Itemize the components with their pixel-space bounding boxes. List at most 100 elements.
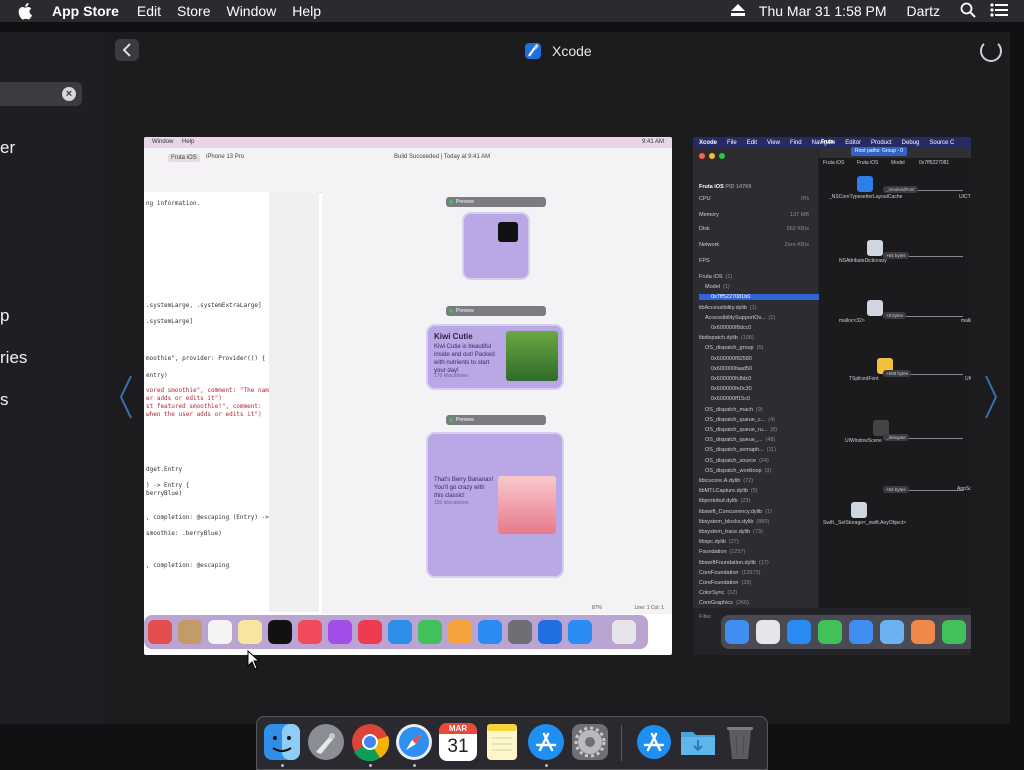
tree-row[interactable]: OS_dispatch_group (5) [699, 345, 823, 351]
tree-row[interactable]: CoreFoundation (28) [699, 580, 817, 586]
loading-spinner-icon [980, 40, 1002, 62]
sidebar-item-fragment[interactable]: p [0, 306, 9, 326]
tree-row[interactable]: Model (1) [699, 284, 823, 290]
code-line: smoothie: .berryBlue) [146, 530, 222, 537]
menu-clock[interactable]: Thu Mar 31 1:58 PM [759, 3, 887, 19]
screenshot-code-editor: ng information. .systemLarge, .systemExt… [144, 192, 272, 612]
sidebar-item-fragment[interactable]: s [0, 390, 9, 410]
search-field[interactable]: × [0, 82, 82, 106]
tree-row[interactable]: 0x600000fe0c30 [699, 386, 829, 392]
calendar-icon[interactable]: MAR 31 [439, 723, 477, 761]
tree-row[interactable]: 0x600000faad50 [699, 366, 829, 372]
graph-node-icon[interactable] [867, 240, 883, 256]
tree-row[interactable]: 0x600000fc8dc0 [699, 376, 829, 382]
tree-row[interactable]: 0x600000ff15c0 [699, 396, 829, 402]
tree-row[interactable]: libAccessibility.dylib (1) [699, 305, 817, 311]
tree-row[interactable]: ColorSync (12) [699, 590, 817, 596]
widget-description: That's Berry Bananas! You'll go crazy wi… [434, 477, 494, 499]
tree-row-label: libswiftFoundation.dylib [699, 559, 756, 566]
downloads-folder-icon[interactable] [679, 723, 717, 761]
tree-row[interactable]: OS_dispatch_semaph... (11) [699, 447, 823, 453]
tree-row-count: (260) [735, 600, 749, 607]
screenshot-dock [721, 615, 971, 649]
gauge-name: Disk [699, 226, 710, 232]
tree-row[interactable]: libsystem_trace.dylib (73) [699, 529, 817, 535]
sidebar-item-fragment[interactable]: ries [0, 348, 27, 368]
tree-row[interactable]: OS_dispatch_source (24) [699, 458, 823, 464]
menu-user[interactable]: Dartz [907, 3, 940, 19]
finder-icon[interactable] [263, 723, 301, 761]
tree-row-count: (73) [753, 529, 763, 535]
tree-row[interactable]: libdispatch.dylib (108) [699, 335, 817, 341]
gauge-value: 0% [801, 196, 809, 202]
code-line: .systemLarge, .systemExtraLarge] [146, 302, 262, 309]
launchpad-icon[interactable] [307, 723, 345, 761]
safari-icon[interactable] [395, 723, 433, 761]
menu-window[interactable]: Window [226, 3, 276, 19]
medium-widget: Kiwi Cutie Kiwi Cutie is beautiful insid… [426, 324, 564, 390]
tree-row-count: (24) [759, 457, 769, 464]
chrome-icon[interactable] [351, 723, 389, 761]
menu-app-name[interactable]: App Store [52, 3, 119, 19]
tree-row-count: (1257) [729, 549, 746, 556]
tree-row-label: AccessibilitySupportOv... [705, 314, 766, 321]
clear-search-icon[interactable]: × [62, 87, 76, 101]
tree-row[interactable]: libprotobuf.dylib (23) [699, 498, 817, 504]
tree-row[interactable]: libswiftFoundation.dylib (17) [699, 560, 817, 566]
control-center-icon[interactable] [990, 2, 1008, 20]
next-screenshot-chevron-icon[interactable] [982, 372, 1000, 422]
zoom-level: 87% [591, 605, 602, 611]
trash-icon[interactable] [721, 723, 759, 761]
tree-row[interactable]: OS_dispatch_workloop (3) [699, 468, 823, 474]
tree-row[interactable]: Fruta iOS (1) [699, 274, 817, 280]
tree-row[interactable]: 0x7ff5227081b0 [699, 294, 829, 301]
app-store-folder-icon[interactable] [635, 723, 673, 761]
tree-row-label: libAccessibility.dylib [699, 304, 747, 311]
screenshot-menu-item: Editor [845, 139, 861, 146]
screenshot-preview-1[interactable]: Window Help 9:41 AM Fruta iOS iPhone 13 … [144, 137, 672, 655]
graph-node-icon[interactable] [857, 176, 873, 192]
tree-row[interactable]: OS_dispatch_mach (9) [699, 407, 823, 413]
app-store-sidebar: × er p ries s [0, 32, 105, 724]
menu-store[interactable]: Store [177, 3, 210, 19]
notes-icon[interactable] [483, 723, 521, 761]
tree-row[interactable]: 0x600000f8dcc0 [699, 325, 829, 331]
tree-row[interactable]: OS_dispatch_queue_ru... (8) [699, 427, 823, 433]
tree-row[interactable]: 0x600000f82580 [699, 356, 829, 362]
menu-edit[interactable]: Edit [137, 3, 161, 19]
tree-row-label: 0x7ff5227081b0 [711, 294, 751, 301]
tree-row[interactable]: libswift_Concurrency.dylib (1) [699, 509, 817, 515]
gauge-name: FPS [699, 258, 710, 264]
search-icon[interactable] [960, 2, 976, 21]
menu-help[interactable]: Help [292, 3, 321, 19]
tree-row[interactable]: Foundation (1257) [699, 549, 817, 555]
apple-icon[interactable] [18, 2, 38, 20]
tree-row[interactable]: AccessibilitySupportOv... (1) [699, 315, 823, 321]
previous-screenshot-chevron-icon[interactable] [117, 372, 135, 422]
widget-description: Kiwi Cutie is beautiful inside and out! … [434, 344, 495, 374]
tree-row[interactable]: CoreFoundation (12673) [699, 570, 817, 576]
app-store-icon[interactable] [527, 723, 565, 761]
tree-row[interactable]: OS_dispatch_queue_... (48) [699, 437, 823, 443]
tree-row[interactable]: CoreGraphics (260) [699, 600, 817, 606]
mouse-pointer-icon [247, 650, 261, 670]
tree-row-label: OS_dispatch_queue_ru... [705, 427, 768, 433]
tree-row[interactable]: libsystem_blocks.dylib (880) [699, 519, 817, 525]
code-line: ng information. [146, 200, 201, 207]
eject-icon[interactable] [730, 3, 745, 19]
screenshot-preview-2[interactable]: Xcode File Edit View Find Navigate Edito… [693, 137, 971, 655]
tree-row[interactable]: libicucore.A.dylib (72) [699, 478, 817, 484]
graph-node-label: UICT [959, 194, 971, 200]
tree-row[interactable]: libxpc.dylib (27) [699, 539, 817, 545]
code-line: , completion: @escaping (Entry) -> [146, 514, 269, 521]
sidebar-item-fragment[interactable]: er [0, 138, 15, 158]
gauge-value: Zero KB/s [784, 242, 809, 248]
back-button[interactable] [115, 39, 139, 61]
graph-node-icon[interactable] [851, 502, 867, 518]
tree-row[interactable]: libMTLCapture.dylib (5) [699, 488, 817, 494]
tree-row-count: (1) [725, 274, 733, 280]
tree-row[interactable]: OS_dispatch_queue_c... (4) [699, 417, 823, 423]
screenshot-toolbar: Fruta iOS iPhone 13 Pro Build Succeeded … [144, 148, 672, 193]
graph-node-icon[interactable] [867, 300, 883, 316]
system-preferences-icon[interactable] [571, 723, 609, 761]
